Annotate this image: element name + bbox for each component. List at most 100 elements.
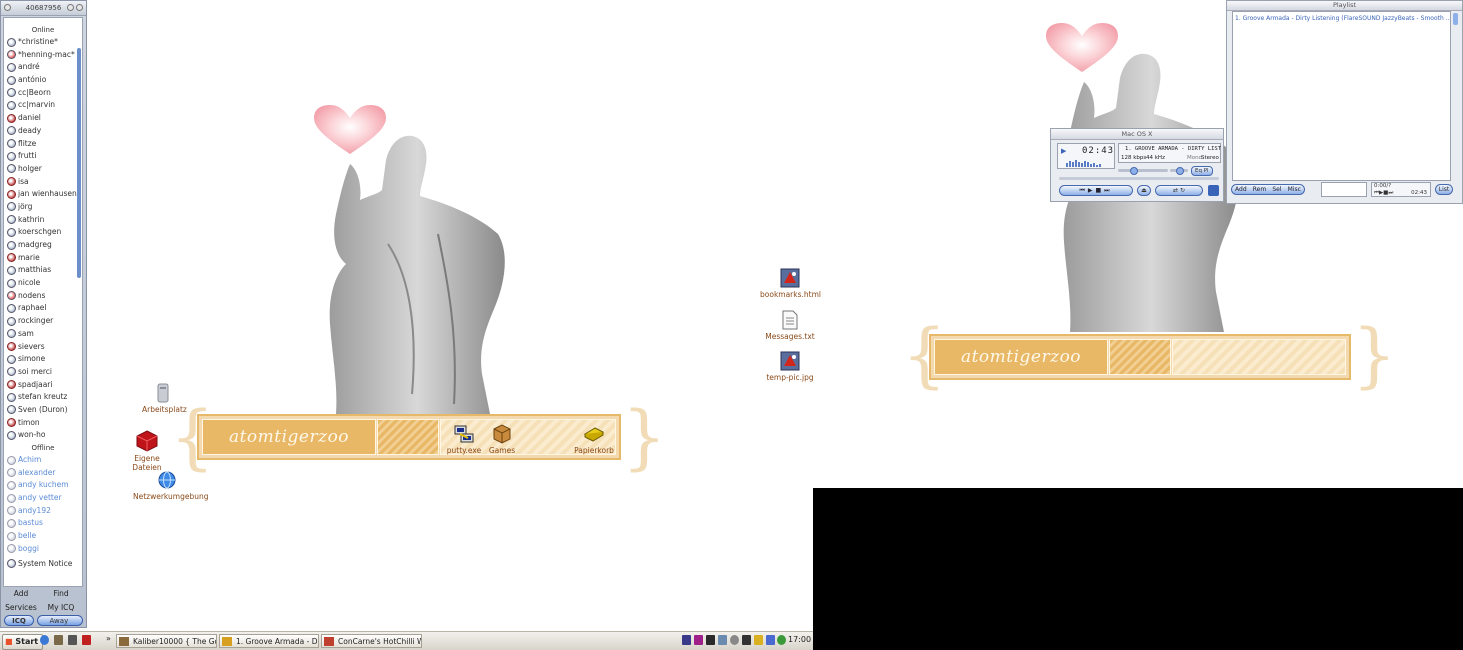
- contact-name: alexander: [18, 467, 56, 477]
- start-button[interactable]: ■ Start: [2, 634, 44, 650]
- mini-transport-icons[interactable]: ⏮▶■⏭: [1374, 190, 1393, 196]
- contact-item-offline[interactable]: Achim: [4, 454, 82, 467]
- eq-pl-toggle[interactable]: Eq Pl: [1191, 166, 1213, 176]
- desktop-icon-arbeitsplatz[interactable]: Arbeitsplatz: [142, 383, 187, 414]
- contact-item[interactable]: antónio: [4, 74, 82, 87]
- find-button[interactable]: Find: [41, 589, 81, 598]
- next-icon[interactable]: ⏭: [1104, 187, 1112, 194]
- desktop-icon-eigene-dateien[interactable]: Eigene Dateien: [121, 430, 173, 472]
- tray-disk-icon[interactable]: [730, 635, 739, 645]
- tray-sound-icon[interactable]: [742, 635, 751, 645]
- system-notice-item[interactable]: System Notice: [4, 558, 82, 571]
- add-track-button[interactable]: Add: [1235, 185, 1247, 194]
- contact-item[interactable]: marie: [4, 252, 82, 265]
- speaker-icon[interactable]: [1208, 185, 1219, 196]
- contact-item[interactable]: *christine*: [4, 36, 82, 49]
- seek-bar[interactable]: [1059, 177, 1219, 180]
- tray-display-icon[interactable]: [718, 635, 727, 645]
- misc-button[interactable]: Misc: [1288, 185, 1301, 194]
- volume-knob[interactable]: [1130, 167, 1138, 175]
- contact-item[interactable]: matthias: [4, 264, 82, 277]
- contact-item-offline[interactable]: belle: [4, 530, 82, 543]
- quicklaunch-app-icon[interactable]: [68, 635, 77, 645]
- zoom-icon[interactable]: [76, 4, 83, 11]
- dock-icon-games[interactable]: Games: [486, 424, 518, 455]
- contact-item[interactable]: andré: [4, 61, 82, 74]
- balance-knob[interactable]: [1176, 167, 1184, 175]
- tray-lock-icon[interactable]: [754, 635, 763, 645]
- status-away-button[interactable]: Away: [36, 615, 83, 626]
- contact-item-offline[interactable]: boggi: [4, 543, 82, 556]
- contact-item-offline[interactable]: andy kuchem: [4, 479, 82, 492]
- tray-monitor-icon[interactable]: [706, 635, 715, 645]
- contact-item[interactable]: jörg: [4, 201, 82, 214]
- list-button[interactable]: List: [1435, 184, 1453, 195]
- select-button[interactable]: Sel: [1272, 185, 1281, 194]
- stop-icon[interactable]: ■: [1095, 187, 1104, 194]
- contact-item[interactable]: timon: [4, 417, 82, 430]
- contact-item-offline[interactable]: andy vetter: [4, 492, 82, 505]
- contact-item[interactable]: cc|Beorn: [4, 87, 82, 100]
- contact-item[interactable]: flitze: [4, 138, 82, 151]
- contact-item[interactable]: holger: [4, 163, 82, 176]
- contact-item[interactable]: soi merci: [4, 366, 82, 379]
- dock-icon-papierkorb[interactable]: Papierkorb: [574, 424, 614, 455]
- minimize-icon[interactable]: [67, 4, 74, 11]
- my-icq-button[interactable]: My ICQ: [41, 603, 81, 612]
- transport-controls[interactable]: ⏮▶■⏭: [1059, 185, 1133, 196]
- playlist-scrollbar[interactable]: [1453, 13, 1458, 25]
- contact-item[interactable]: frutti: [4, 150, 82, 163]
- contact-item[interactable]: nicole: [4, 277, 82, 290]
- tray-icq-icon[interactable]: [777, 635, 786, 645]
- contact-item[interactable]: stefan kreutz: [4, 391, 82, 404]
- tray-app-icon[interactable]: [694, 635, 703, 645]
- contact-item-offline[interactable]: alexander: [4, 467, 82, 480]
- contact-item[interactable]: spadjaari: [4, 379, 82, 392]
- add-button[interactable]: Add: [1, 589, 41, 598]
- contact-item[interactable]: simone: [4, 353, 82, 366]
- prev-icon[interactable]: ⏮: [1079, 187, 1087, 194]
- contact-item[interactable]: jan wienhausen: [4, 188, 82, 201]
- tray-speaker-icon[interactable]: [766, 635, 775, 645]
- playlist-track[interactable]: 1. Groove Armada - Dirty Listening (Flar…: [1233, 12, 1450, 22]
- contact-item[interactable]: rockinger: [4, 315, 82, 328]
- contact-item[interactable]: *henning-mac*: [4, 49, 82, 62]
- contact-item[interactable]: daniel: [4, 112, 82, 125]
- contact-item[interactable]: koerschgen: [4, 226, 82, 239]
- volume-slider[interactable]: [1118, 167, 1168, 175]
- close-icon[interactable]: [4, 4, 11, 11]
- contact-item[interactable]: won-ho: [4, 429, 82, 442]
- contact-item[interactable]: isa: [4, 176, 82, 189]
- task-button-2[interactable]: 1. Groove Armada - Dirt...: [219, 634, 319, 648]
- desktop-icon-temp-pic[interactable]: temp-pic.jpg: [764, 351, 816, 382]
- contact-item[interactable]: kathrin: [4, 214, 82, 227]
- contact-item[interactable]: deady: [4, 125, 82, 138]
- remove-track-button[interactable]: Rem: [1253, 185, 1266, 194]
- contact-item-offline[interactable]: andy192: [4, 505, 82, 518]
- contact-item-offline[interactable]: bastus: [4, 517, 82, 530]
- contact-item[interactable]: cc|marvin: [4, 99, 82, 112]
- tray-network-icon[interactable]: [682, 635, 691, 645]
- desktop-icon-messages[interactable]: Messages.txt: [764, 310, 816, 341]
- icq-main-button[interactable]: ICQ: [4, 615, 34, 626]
- balance-slider[interactable]: [1170, 167, 1188, 175]
- quicklaunch-folder-icon[interactable]: [54, 635, 63, 645]
- desktop-icon-netzwerkumgebung[interactable]: Netzwerkumgebung: [133, 470, 209, 501]
- contact-item[interactable]: sam: [4, 328, 82, 341]
- contact-list-scrollbar[interactable]: [77, 48, 81, 278]
- contact-item[interactable]: raphael: [4, 302, 82, 315]
- contact-item[interactable]: madgreg: [4, 239, 82, 252]
- quicklaunch-browser-icon[interactable]: [40, 635, 49, 645]
- desktop-icon-bookmarks[interactable]: bookmarks.html: [760, 268, 821, 299]
- task-button-1[interactable]: Kaliber10000 { The Good...: [116, 634, 217, 648]
- shuffle-repeat-button[interactable]: ⇄ ↻: [1155, 185, 1203, 196]
- contact-item[interactable]: nodens: [4, 290, 82, 303]
- dock-icon-putty[interactable]: putty.exe: [444, 424, 484, 455]
- task-button-3[interactable]: ConCarne's HotChilli We...: [321, 634, 422, 648]
- contact-item[interactable]: Sven (Duron): [4, 404, 82, 417]
- quicklaunch-media-icon[interactable]: [82, 635, 91, 645]
- services-button[interactable]: Services: [1, 603, 41, 612]
- quicklaunch-expand-icon[interactable]: »: [106, 634, 111, 643]
- contact-item[interactable]: sievers: [4, 341, 82, 354]
- eject-button[interactable]: ⏏: [1137, 185, 1151, 196]
